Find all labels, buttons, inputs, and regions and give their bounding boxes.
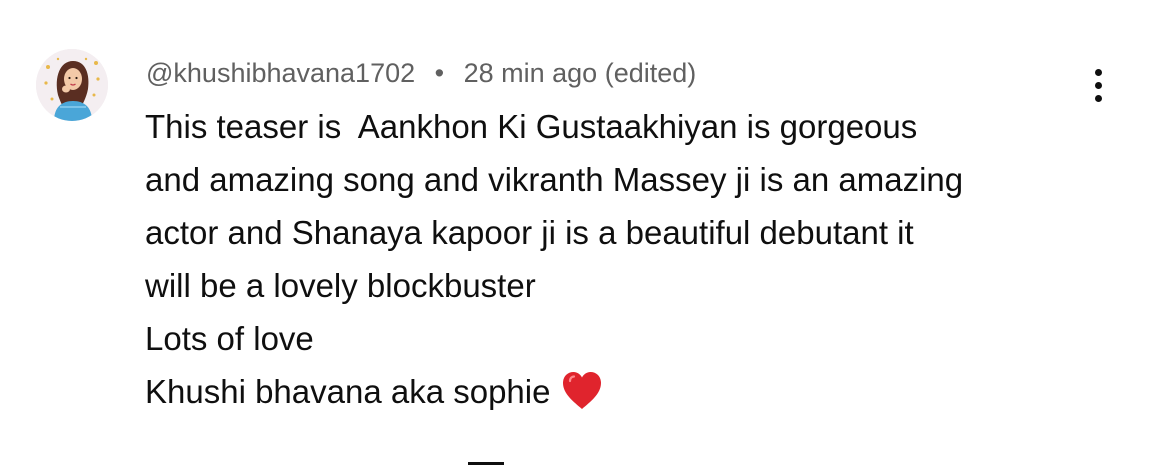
comment-text-line: This teaser is Aankhon Ki Gustaakhiyan i… — [145, 108, 918, 145]
girl-avatar-icon — [36, 49, 108, 121]
divider-handle — [468, 462, 504, 465]
comment-text-line: and amazing song and vikranth Massey ji … — [145, 161, 964, 198]
comment-text-line: will be a lovely blockbuster — [145, 267, 536, 304]
comment-timestamp[interactable]: 28 min ago (edited) — [464, 58, 697, 88]
more-vertical-icon — [1095, 82, 1102, 89]
comment-text: This teaser is Aankhon Ki Gustaakhiyan i… — [145, 100, 1105, 426]
comment-text-line: Lots of love — [145, 320, 314, 357]
comment-text-line-last: Khushi bhavana aka sophie — [145, 365, 1105, 426]
red-heart-icon — [560, 369, 604, 426]
author-handle[interactable]: @khushibhavana1702 — [146, 58, 415, 88]
comment-header: @khushibhavana1702 • 28 min ago (edited) — [146, 56, 696, 90]
comment-text-line: Khushi bhavana aka sophie — [145, 373, 551, 410]
author-avatar[interactable] — [36, 49, 108, 121]
more-vertical-icon — [1095, 69, 1102, 76]
comment-text-line: actor and Shanaya kapoor ji is a beautif… — [145, 214, 914, 251]
meta-separator: • — [434, 58, 445, 88]
comment-thread-item: @khushibhavana1702 • 28 min ago (edited)… — [0, 0, 1170, 466]
